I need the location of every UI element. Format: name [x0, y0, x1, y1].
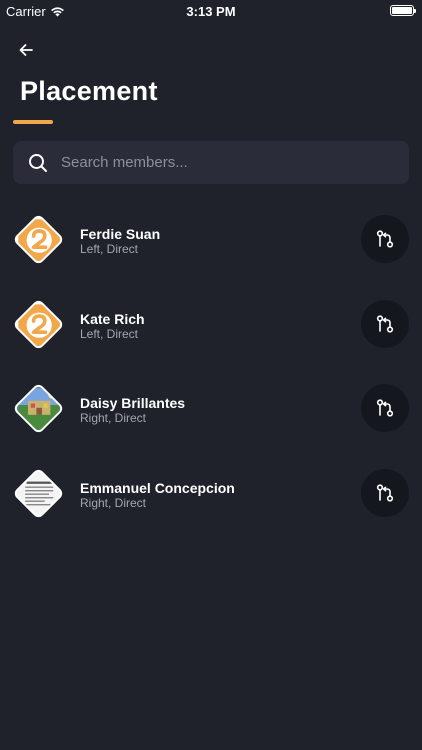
avatar: [12, 382, 65, 435]
list-item[interactable]: Emmanuel Concepcion Right, Direct: [0, 454, 422, 539]
placement-tree-button[interactable]: [361, 299, 409, 348]
member-detail: Left, Direct: [80, 326, 139, 341]
list-item[interactable]: Kate Rich Left, Direct: [0, 285, 422, 370]
member-detail: Right, Direct: [80, 495, 147, 510]
placement-tree-button[interactable]: [361, 215, 409, 263]
avatar: [12, 297, 65, 351]
member-list: Ferdie Suan Left, Direct Kate Rich Left,…: [0, 200, 422, 538]
placement-tree-button[interactable]: [361, 468, 409, 517]
search-input[interactable]: [61, 141, 409, 184]
logo-avatar-icon: [17, 218, 60, 261]
page-title: Placement: [20, 76, 158, 106]
photo-avatar-icon: [17, 387, 60, 430]
git-compare-icon: [376, 399, 394, 417]
member-detail: Left, Direct: [80, 242, 139, 256]
avatar: [12, 213, 65, 266]
git-compare-icon: [376, 230, 394, 248]
arrow-left-icon: [19, 44, 33, 56]
member-name: Emmanuel Concepcion: [80, 479, 235, 496]
member-name: Ferdie Suan: [80, 226, 161, 242]
status-bar: Carrier 3:13 PM: [0, 0, 422, 22]
git-compare-icon: [376, 483, 394, 502]
search-bar[interactable]: [13, 141, 409, 184]
status-time: 3:13 PM: [186, 4, 236, 19]
list-item[interactable]: Ferdie Suan Left, Direct: [0, 200, 422, 285]
title-underline: [13, 120, 53, 124]
back-button[interactable]: [14, 38, 38, 62]
list-item[interactable]: Daisy Brillantes Right, Direct: [0, 369, 422, 454]
placement-tree-button[interactable]: [361, 384, 409, 432]
member-name: Kate Rich: [80, 310, 145, 327]
avatar: [12, 466, 65, 520]
member-detail: Right, Direct: [80, 411, 147, 425]
git-compare-icon: [376, 314, 394, 333]
document-avatar-icon: [17, 472, 60, 514]
logo-avatar-icon: [17, 303, 60, 345]
search-icon: [28, 153, 48, 173]
member-name: Daisy Brillantes: [80, 395, 186, 411]
battery-icon: [390, 5, 416, 16]
